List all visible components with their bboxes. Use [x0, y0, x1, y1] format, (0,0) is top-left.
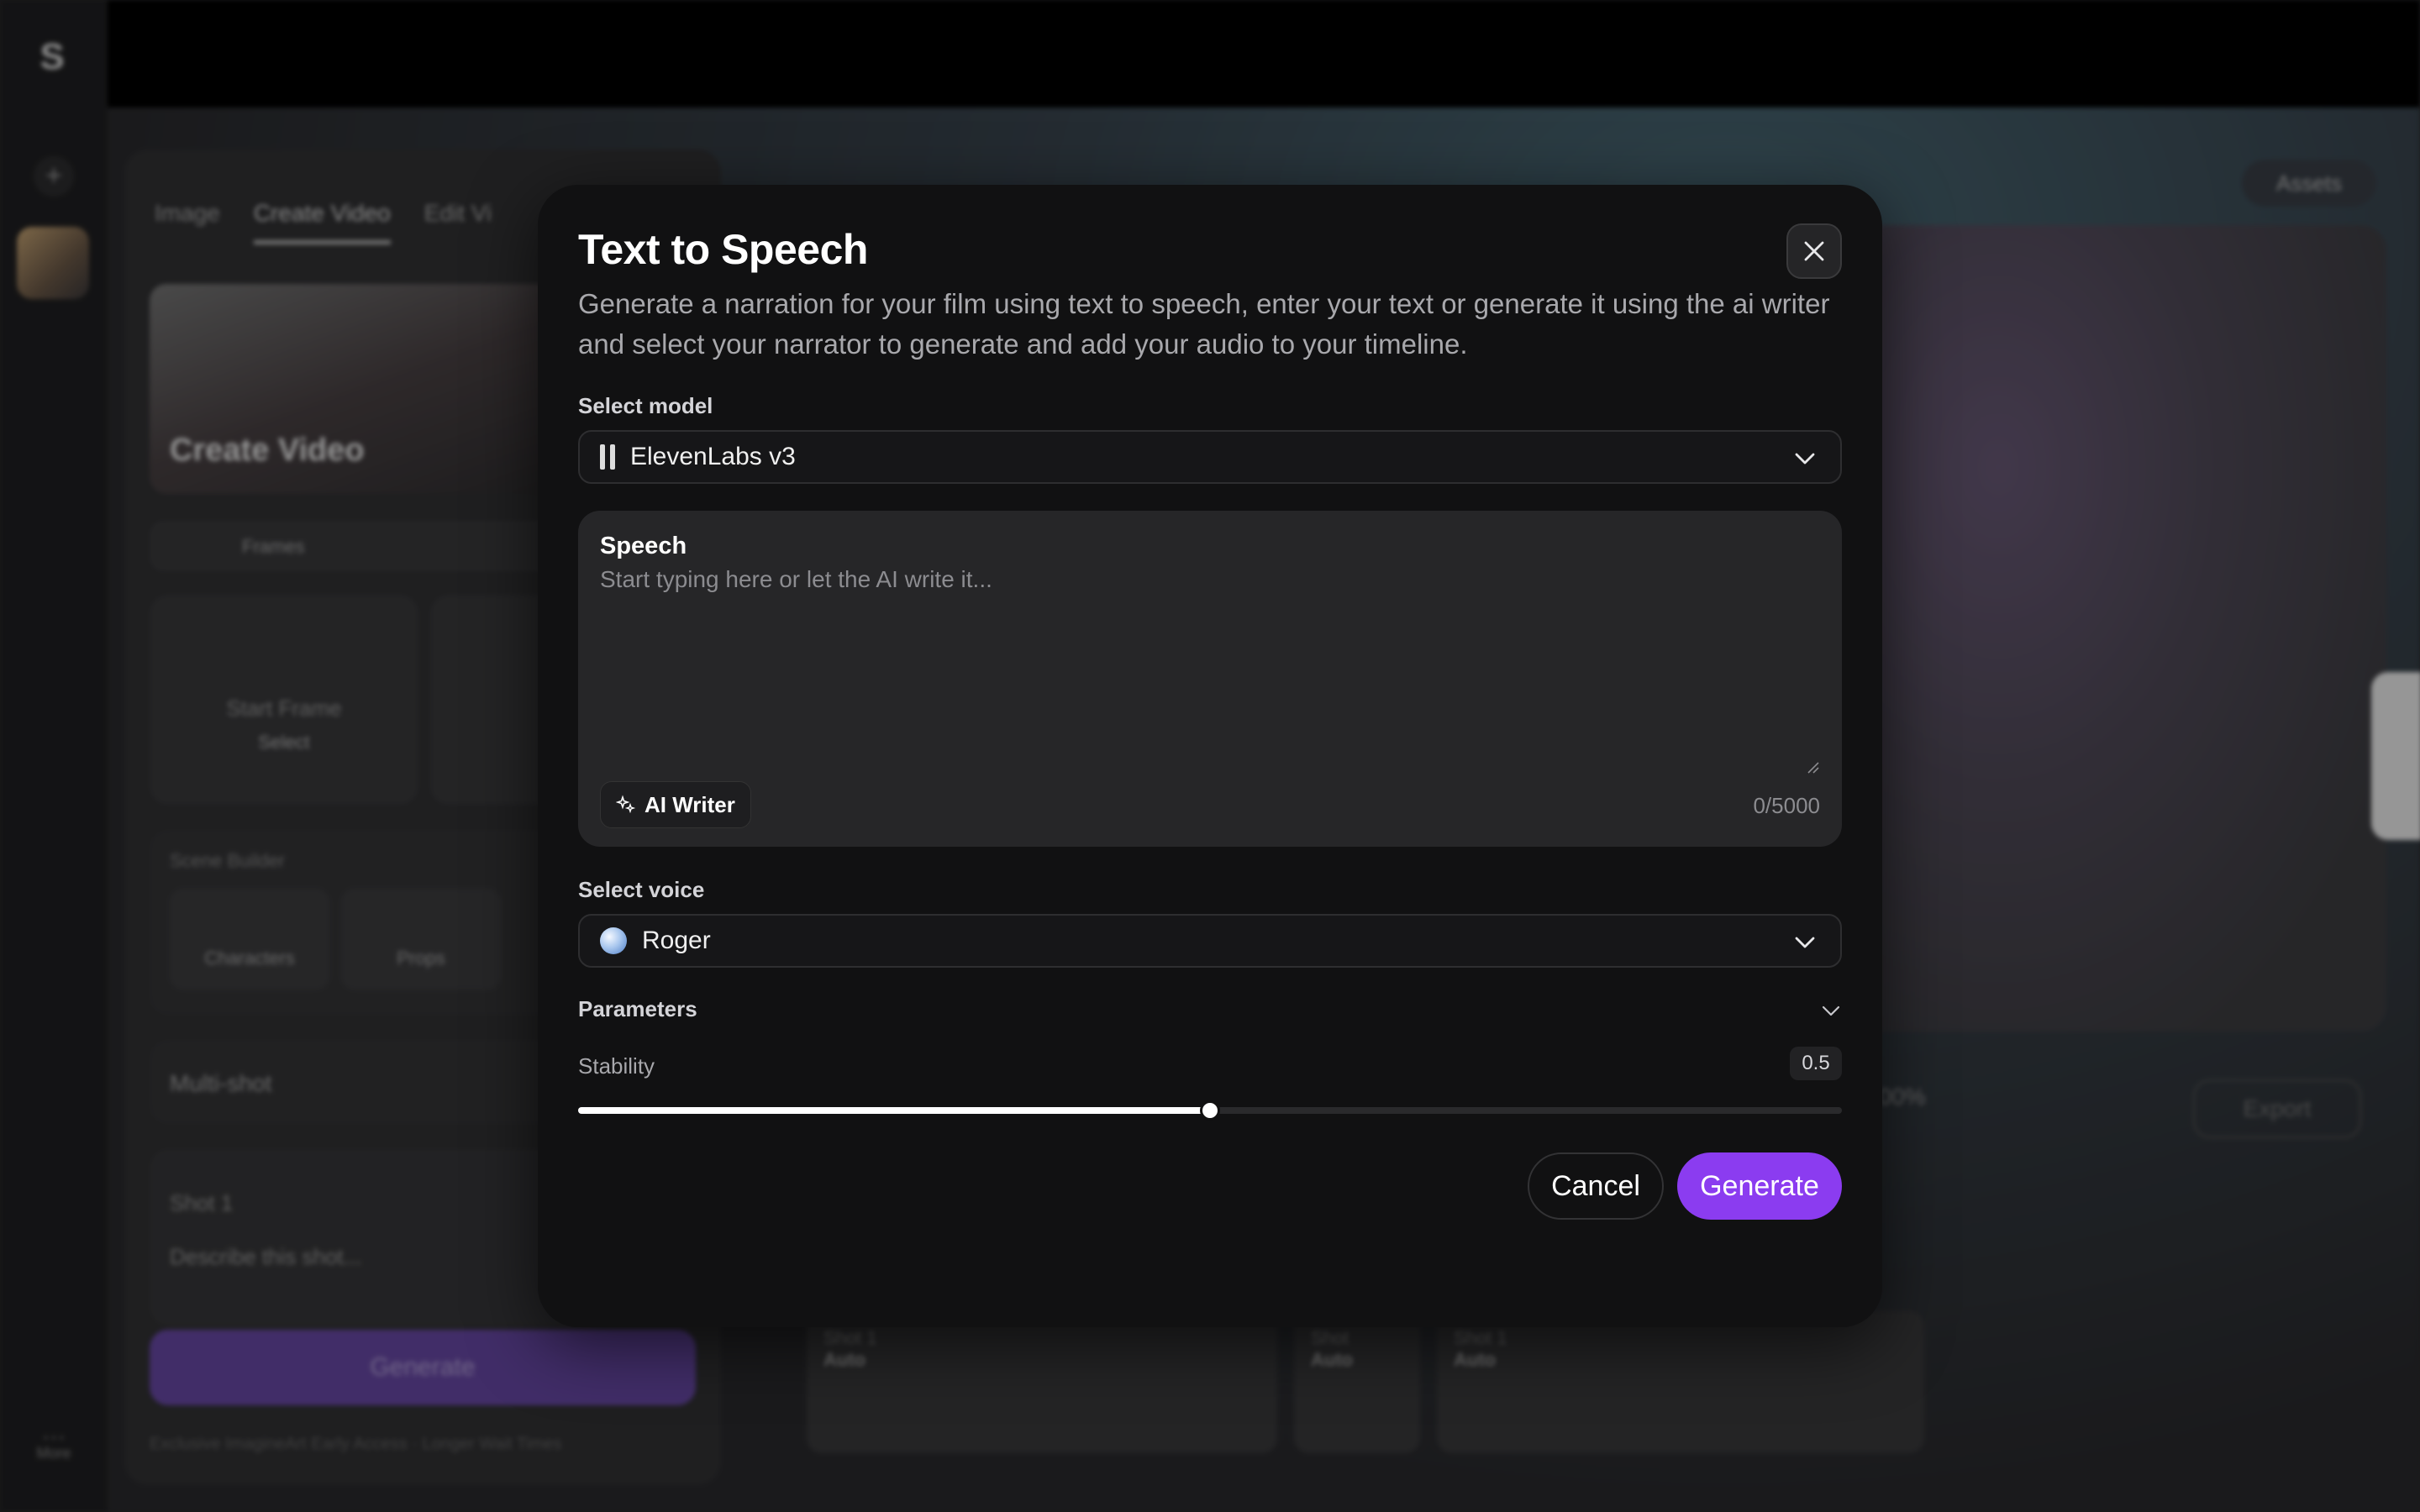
- chevron-down-icon: [1795, 937, 1815, 948]
- generate-button[interactable]: Generate: [1677, 1152, 1842, 1220]
- chevron-down-icon: [1822, 1005, 1840, 1016]
- close-button[interactable]: [1786, 223, 1842, 279]
- parameters-label: Parameters: [578, 996, 697, 1021]
- voice-avatar-icon: [600, 927, 627, 954]
- slider-thumb[interactable]: [1200, 1100, 1220, 1121]
- model-select-value: ElevenLabs v3: [630, 443, 796, 470]
- dialog-description: Generate a narration for your film using…: [578, 288, 1830, 360]
- sparkle-icon: [616, 795, 636, 814]
- speech-input[interactable]: [600, 566, 1818, 776]
- resize-grip-icon[interactable]: [1805, 759, 1820, 774]
- ai-writer-label: AI Writer: [644, 791, 735, 817]
- select-model-label: Select model: [578, 393, 713, 418]
- text-to-speech-dialog: Text to Speech Generate a narration for …: [538, 185, 1882, 1327]
- voice-select[interactable]: Roger: [578, 914, 1842, 968]
- close-icon: [1804, 241, 1824, 261]
- cancel-button[interactable]: Cancel: [1528, 1152, 1664, 1220]
- ai-writer-button[interactable]: AI Writer: [600, 781, 751, 828]
- stability-label: Stability: [578, 1053, 655, 1079]
- dialog-title: Text to Speech: [578, 226, 868, 273]
- slider-fill: [578, 1107, 1210, 1114]
- chevron-down-icon: [1795, 453, 1815, 465]
- speech-box: Speech AI Writer 0/5000: [578, 511, 1842, 847]
- speech-label: Speech: [600, 533, 687, 559]
- select-voice-label: Select voice: [578, 877, 705, 902]
- character-counter: 0/5000: [1753, 793, 1820, 818]
- stability-slider[interactable]: [578, 1100, 1842, 1121]
- elevenlabs-icon: [600, 444, 615, 470]
- model-select[interactable]: ElevenLabs v3: [578, 430, 1842, 484]
- stability-value: 0.5: [1790, 1047, 1842, 1080]
- voice-select-value: Roger: [642, 927, 711, 954]
- parameters-toggle[interactable]: Parameters: [578, 996, 1842, 1030]
